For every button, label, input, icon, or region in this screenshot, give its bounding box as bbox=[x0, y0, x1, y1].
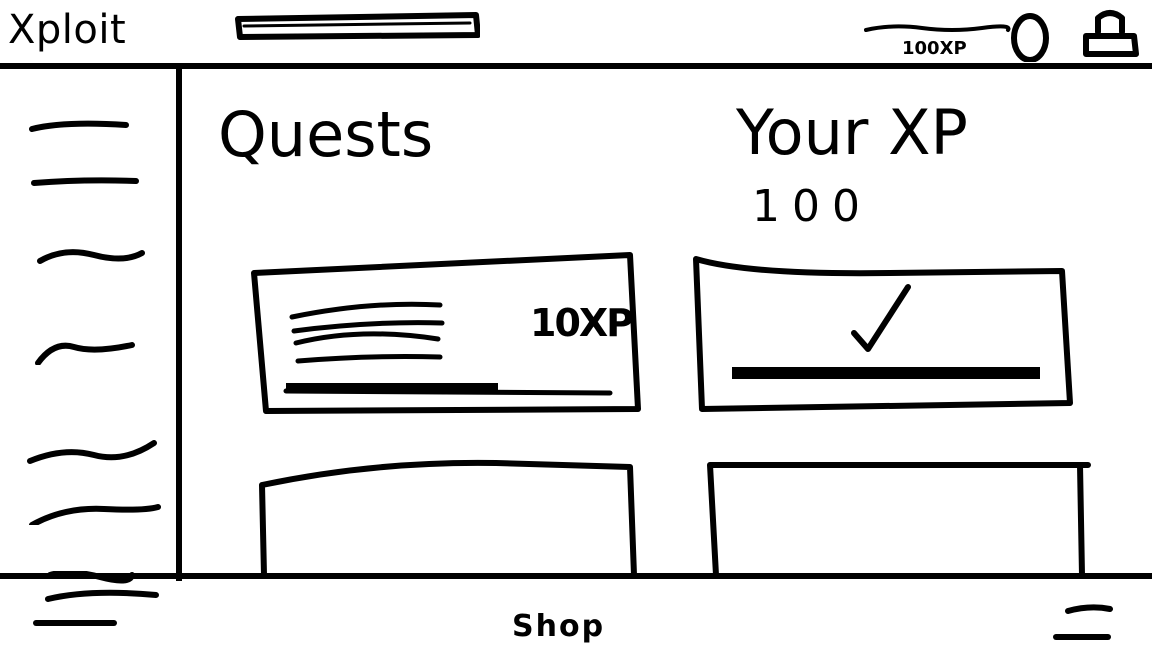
app-header: Xploit 100XP bbox=[0, 0, 1152, 66]
sidebar-item-2[interactable] bbox=[24, 169, 164, 197]
lock-icon[interactable] bbox=[1080, 6, 1140, 62]
sidebar-item-1[interactable] bbox=[24, 117, 164, 145]
your-xp-heading: Your XP bbox=[736, 96, 968, 169]
sidebar-item-3[interactable] bbox=[24, 241, 164, 269]
checkmark-icon bbox=[851, 284, 911, 352]
app-logo[interactable]: Xploit bbox=[8, 6, 126, 54]
sidebar-item-5[interactable] bbox=[24, 437, 164, 465]
quests-heading: Quests bbox=[218, 98, 434, 171]
footer-menu-right-icon[interactable] bbox=[1050, 603, 1120, 645]
shop-link[interactable]: Shop bbox=[512, 609, 605, 645]
quest-card-frame bbox=[707, 462, 1091, 575]
coin-icon[interactable] bbox=[1010, 10, 1050, 62]
xp-badge-label: 100XP bbox=[902, 38, 967, 59]
quest-reward: 10XP bbox=[530, 301, 634, 345]
app-footer: Shop bbox=[0, 571, 1152, 648]
main-content: Quests Your XP 100 10XP bbox=[182, 69, 1152, 575]
xp-badge: 100XP bbox=[862, 16, 1012, 62]
footer-menu-icon[interactable] bbox=[30, 571, 166, 639]
sidebar bbox=[0, 69, 176, 573]
xp-value: 100 bbox=[752, 181, 872, 232]
quest-card-empty[interactable] bbox=[704, 459, 1094, 575]
xp-badge-scribble bbox=[864, 24, 1011, 32]
quest-card[interactable]: 10XP bbox=[250, 251, 642, 417]
search-input[interactable] bbox=[234, 11, 480, 41]
quest-card-empty[interactable] bbox=[256, 451, 640, 575]
sidebar-item-6[interactable] bbox=[24, 497, 164, 525]
quest-card-frame bbox=[259, 459, 637, 575]
sidebar-item-4[interactable] bbox=[24, 337, 164, 365]
quest-card-completed[interactable] bbox=[690, 253, 1082, 413]
